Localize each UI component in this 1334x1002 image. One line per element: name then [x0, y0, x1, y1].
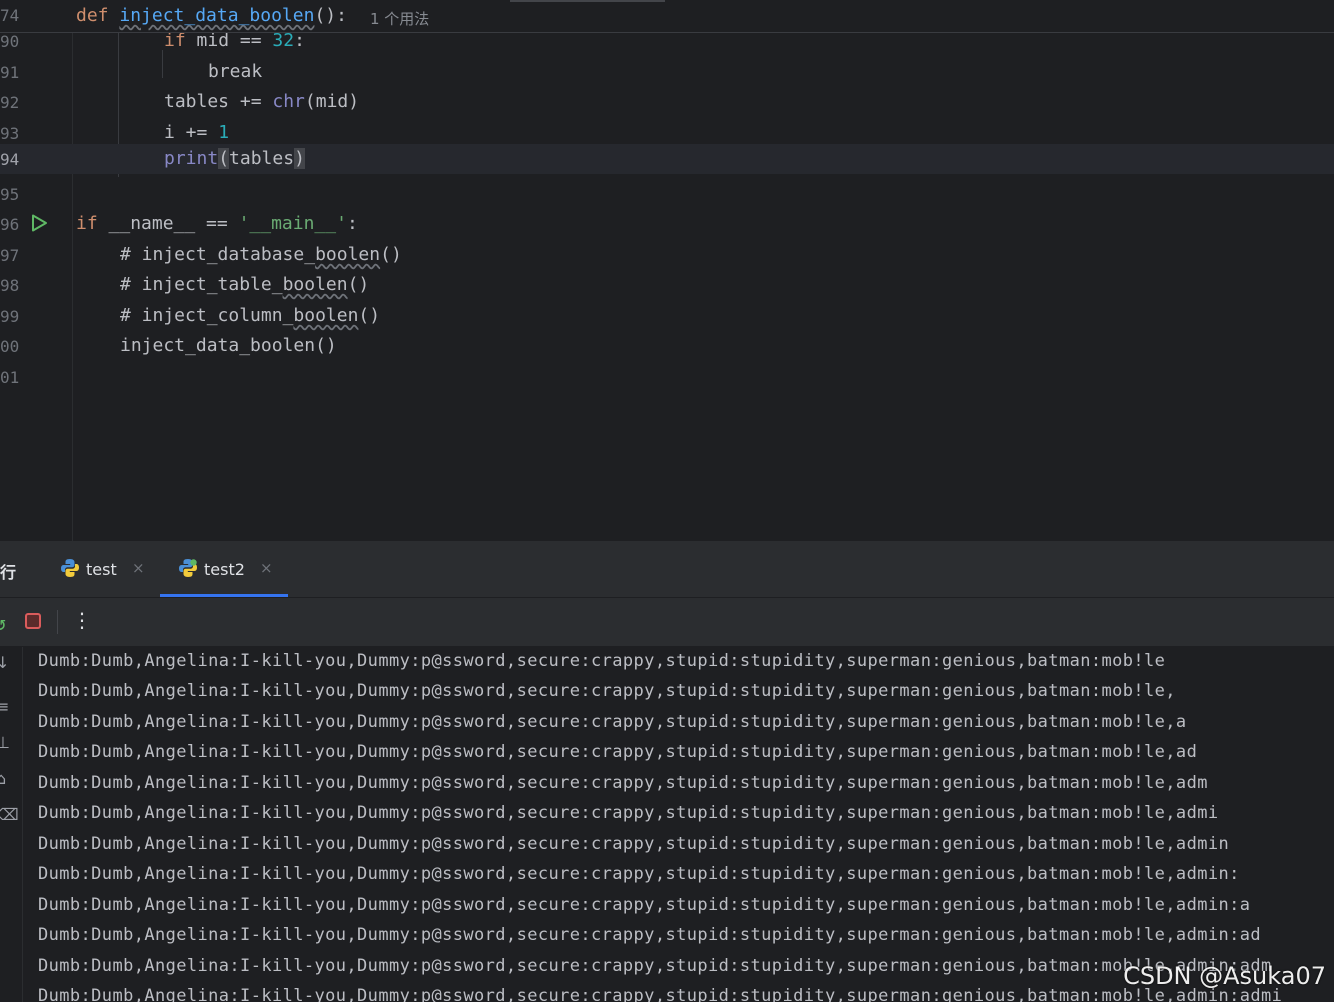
line-number: 96: [0, 215, 20, 234]
code-line[interactable]: 98 # inject_table_boolen(): [0, 270, 1334, 300]
code-line[interactable]: 92 tables += chr(mid): [0, 87, 1334, 117]
code-line[interactable]: 01: [0, 362, 1334, 392]
line-number: 00: [0, 337, 20, 356]
tab-label: test: [86, 560, 117, 579]
comment: # inject_table_boolen(): [120, 274, 370, 295]
code-line[interactable]: 95: [0, 179, 1334, 209]
code-line[interactable]: 00 inject_data_boolen(): [0, 331, 1334, 361]
code-line[interactable]: 96 if __name__ == '__main__':: [0, 209, 1334, 239]
line-content: if __name__ == '__main__':: [76, 213, 358, 234]
line-number: 91: [0, 63, 20, 82]
line-number: 95: [0, 185, 20, 204]
run-toolbar: ↺ ⋮: [0, 598, 1334, 647]
print-icon[interactable]: ⌂: [0, 769, 6, 788]
code-line[interactable]: 91 break: [0, 57, 1334, 87]
output-line: Dumb:Dumb,Angelina:I-kill-you,Dummy:p@ss…: [38, 651, 1166, 671]
line-number: 74: [0, 6, 20, 25]
console-output[interactable]: ↓ ≡ ⊥ ⌂ ⌫ Dumb:Dumb,Angelina:I-kill-you,…: [0, 647, 1334, 1002]
output-line: Dumb:Dumb,Angelina:I-kill-you,Dummy:p@ss…: [38, 773, 1208, 793]
console-side-toolbar: ↓ ≡ ⊥ ⌂ ⌫: [0, 647, 23, 1002]
line-content: tables += chr(mid): [164, 91, 360, 112]
run-gutter-icon[interactable]: [30, 214, 48, 232]
code-line-current[interactable]: 94 print(tables): [0, 144, 1334, 174]
line-content: if mid == 32:: [164, 30, 305, 51]
code-line[interactable]: 99 # inject_column_boolen(): [0, 301, 1334, 331]
output-line: Dumb:Dumb,Angelina:I-kill-you,Dummy:p@ss…: [38, 681, 1176, 701]
stop-button[interactable]: [25, 613, 41, 629]
python-icon: [61, 559, 79, 577]
line-content: print(tables): [164, 148, 305, 169]
line-number: 99: [0, 307, 20, 326]
output-line: Dumb:Dumb,Angelina:I-kill-you,Dummy:p@ss…: [38, 742, 1198, 762]
code-line[interactable]: 97 # inject_database_boolen(): [0, 240, 1334, 270]
line-number: 90: [0, 32, 20, 51]
line-number: 93: [0, 124, 20, 143]
break-keyword: break: [208, 61, 263, 82]
output-line: Dumb:Dumb,Angelina:I-kill-you,Dummy:p@ss…: [38, 925, 1262, 945]
def-keyword: def: [76, 5, 109, 26]
output-line: Dumb:Dumb,Angelina:I-kill-you,Dummy:p@ss…: [38, 803, 1219, 823]
toolbar-separator: [57, 610, 58, 634]
code-editor[interactable]: 74 def inject_data_boolen(): 1 个用法 90 if…: [0, 0, 1334, 541]
pin-icon[interactable]: ⊥: [0, 733, 10, 752]
run-tool-window-header: 行 test × test2 ×: [0, 541, 1334, 598]
sticky-function-header[interactable]: 74 def inject_data_boolen(): 1 个用法: [0, 0, 1334, 33]
line-number: 94: [0, 150, 20, 169]
python-icon: [179, 559, 197, 577]
close-icon[interactable]: ×: [260, 559, 273, 577]
scroll-indicator: [510, 0, 665, 2]
close-icon[interactable]: ×: [132, 559, 145, 577]
function-definition: def inject_data_boolen():: [76, 5, 347, 26]
more-options-icon[interactable]: ⋮: [72, 608, 92, 632]
soft-wrap-icon[interactable]: ≡: [0, 697, 9, 716]
output-line: Dumb:Dumb,Angelina:I-kill-you,Dummy:p@ss…: [38, 956, 1272, 976]
output-line: Dumb:Dumb,Angelina:I-kill-you,Dummy:p@ss…: [38, 986, 1283, 1002]
output-line: Dumb:Dumb,Angelina:I-kill-you,Dummy:p@ss…: [38, 864, 1240, 884]
function-name: inject_data_boolen: [119, 5, 315, 26]
line-content: i += 1: [164, 122, 230, 143]
signature-tail: ():: [314, 5, 347, 26]
usage-hint[interactable]: 1 个用法: [370, 8, 429, 29]
active-tab-indicator: [160, 594, 288, 597]
comment: # inject_database_boolen(): [120, 244, 402, 265]
scroll-to-end-icon[interactable]: ↓: [0, 653, 9, 672]
comment: # inject_column_boolen(): [120, 305, 381, 326]
watermark: CSDN @Asuka07: [1123, 962, 1326, 990]
line-number: 98: [0, 276, 20, 295]
run-panel-title: 行: [0, 563, 17, 582]
output-line: Dumb:Dumb,Angelina:I-kill-you,Dummy:p@ss…: [38, 895, 1251, 915]
output-line: Dumb:Dumb,Angelina:I-kill-you,Dummy:p@ss…: [38, 834, 1230, 854]
line-number: 97: [0, 246, 20, 265]
function-call: inject_data_boolen(): [120, 335, 337, 356]
output-line: Dumb:Dumb,Angelina:I-kill-you,Dummy:p@ss…: [38, 712, 1187, 732]
rerun-icon[interactable]: ↺: [0, 611, 6, 635]
tab-label: test2: [204, 560, 245, 579]
line-number: 01: [0, 368, 20, 387]
line-number: 92: [0, 93, 20, 112]
clear-icon[interactable]: ⌫: [0, 805, 19, 824]
